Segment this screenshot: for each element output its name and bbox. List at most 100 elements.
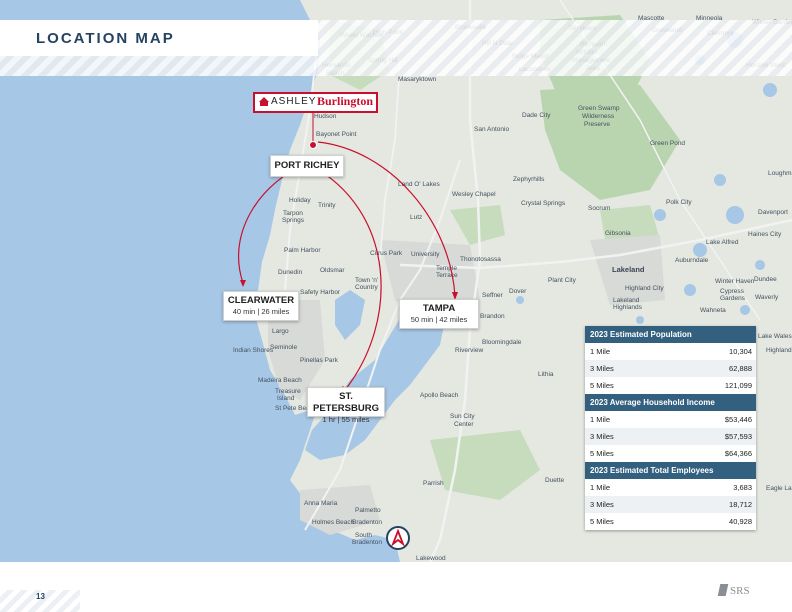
demographics-table: 2023 Estimated Population 1 Mile 10,304 3… (585, 326, 756, 530)
brand-ashley: ASHLEY (271, 96, 317, 107)
table-row: 5 Miles $64,366 (585, 445, 756, 462)
callout-port-richey[interactable]: PORT RICHEY (270, 155, 344, 177)
svg-text:Madeira Beach: Madeira Beach (258, 377, 302, 384)
row-value: $64,366 (724, 449, 752, 458)
svg-text:Preserve: Preserve (584, 121, 610, 128)
table-row: 3 Miles 62,888 (585, 360, 756, 377)
svg-text:Wahneta: Wahneta (700, 307, 726, 314)
svg-text:San Antonio: San Antonio (474, 126, 509, 133)
svg-text:Highland Park: Highland Park (766, 347, 792, 354)
srs-mark-icon (717, 584, 729, 596)
callout-clearwater[interactable]: CLEARWATER 40 min | 26 miles (223, 291, 299, 321)
location-map[interactable]: Brooksville Hill N Dale Ridge Manor Laco… (0, 0, 792, 562)
svg-text:Terrace: Terrace (436, 272, 458, 279)
svg-text:Island: Island (277, 395, 295, 402)
svg-text:Green Swamp: Green Swamp (578, 105, 620, 112)
svg-text:Dover: Dover (509, 288, 527, 295)
row-label: 5 Miles (590, 517, 614, 526)
lake (636, 316, 644, 324)
svg-text:Bradenton: Bradenton (352, 519, 382, 526)
svg-text:Palm Harbor: Palm Harbor (284, 247, 321, 254)
callout-detail: 40 min | 26 miles (232, 307, 290, 316)
callout-tampa[interactable]: TAMPA 50 min | 42 miles (399, 299, 479, 329)
svg-text:Holiday: Holiday (289, 197, 311, 204)
row-value: 121,099 (724, 381, 752, 390)
svg-text:Auburndale: Auburndale (675, 257, 709, 264)
svg-text:Temple: Temple (436, 265, 457, 272)
row-label: 1 Mile (590, 347, 611, 356)
svg-text:Winter Haven: Winter Haven (715, 278, 755, 285)
svg-text:Palmetto: Palmetto (355, 507, 381, 514)
svg-text:Holmes Beach: Holmes Beach (312, 519, 355, 526)
svg-text:Center: Center (454, 421, 474, 428)
svg-text:Springs: Springs (282, 217, 305, 224)
svg-text:Dunedin: Dunedin (278, 269, 303, 276)
table-row: 3 Miles $57,593 (585, 428, 756, 445)
svg-text:Waverly: Waverly (755, 294, 779, 301)
section-heading-income: 2023 Average Household Income (585, 394, 756, 411)
svg-text:Lakewood: Lakewood (416, 555, 446, 562)
lake (693, 243, 707, 257)
row-label: 1 Mile (590, 483, 611, 492)
section-heading-employees: 2023 Estimated Total Employees (585, 462, 756, 479)
svg-text:Bloomingdale: Bloomingdale (482, 339, 522, 346)
svg-text:Seffner: Seffner (482, 292, 504, 299)
callout-name: TAMPA (422, 303, 456, 314)
svg-text:Land O' Lakes: Land O' Lakes (398, 181, 440, 188)
srs-logo-text: SRS (730, 585, 750, 597)
table-row: 5 Miles 40,928 (585, 513, 756, 530)
callout-name: ST. PETERSBURG (313, 391, 379, 414)
svg-text:Largo: Largo (272, 328, 289, 335)
svg-text:Apollo Beach: Apollo Beach (420, 392, 459, 399)
svg-text:Davenport: Davenport (758, 209, 788, 216)
row-value: $53,446 (724, 415, 752, 424)
svg-text:Plant City: Plant City (548, 277, 577, 284)
lake (654, 209, 666, 221)
callout-st-petersburg[interactable]: ST. PETERSBURG 1 hr | 55 miles (307, 387, 385, 424)
svg-text:Treasure: Treasure (275, 388, 301, 395)
srs-logo: SRS (717, 584, 750, 597)
lake (516, 296, 524, 304)
table-row: 5 Miles 121,099 (585, 377, 756, 394)
svg-text:Eagle Lake: Eagle Lake (766, 485, 792, 492)
title-band: LOCATION MAP (0, 20, 792, 76)
tenant-logo: ASHLEY Burlington (253, 92, 378, 113)
svg-text:Riverview: Riverview (455, 347, 483, 354)
svg-text:Lakeland: Lakeland (613, 297, 640, 304)
page-title: LOCATION MAP (36, 30, 175, 47)
svg-text:Lake Wales: Lake Wales (758, 333, 792, 340)
subject-pin (309, 141, 317, 149)
row-label: 3 Miles (590, 432, 614, 441)
svg-text:Tarpon: Tarpon (283, 210, 303, 217)
svg-text:Wesley Chapel: Wesley Chapel (452, 191, 496, 198)
svg-text:Highlands: Highlands (613, 304, 643, 311)
arrowhead (240, 280, 246, 287)
svg-text:Lutz: Lutz (410, 214, 422, 221)
svg-text:Polk City: Polk City (666, 199, 692, 206)
svg-text:Safety Harbor: Safety Harbor (300, 289, 341, 296)
svg-text:Bradenton: Bradenton (352, 539, 382, 546)
row-value: 3,683 (733, 483, 752, 492)
row-value: 40,928 (729, 517, 752, 526)
house-icon-base (260, 102, 268, 106)
row-value: 18,712 (729, 500, 752, 509)
svg-text:Anna Maria: Anna Maria (304, 500, 338, 507)
row-label: 5 Miles (590, 449, 614, 458)
svg-text:Oldsmar: Oldsmar (320, 267, 345, 274)
svg-text:Seminole: Seminole (270, 344, 297, 351)
svg-text:Thonotosassa: Thonotosassa (460, 256, 501, 263)
lake (726, 206, 744, 224)
svg-text:Green Pond: Green Pond (650, 140, 685, 147)
svg-text:Lithia: Lithia (538, 371, 554, 378)
table-row: 1 Mile 3,683 (585, 479, 756, 496)
title-box: LOCATION MAP (0, 20, 318, 56)
row-value: 10,304 (729, 347, 752, 356)
row-label: 3 Miles (590, 500, 614, 509)
page-number: 13 (36, 592, 45, 601)
row-value: 62,888 (729, 364, 752, 373)
svg-text:Pinellas Park: Pinellas Park (300, 357, 339, 364)
svg-text:Bayonet Point: Bayonet Point (316, 131, 357, 138)
svg-text:Masaryktown: Masaryktown (398, 76, 437, 83)
callout-name: PORT RICHEY (274, 160, 340, 171)
svg-text:Sun City: Sun City (450, 413, 475, 420)
